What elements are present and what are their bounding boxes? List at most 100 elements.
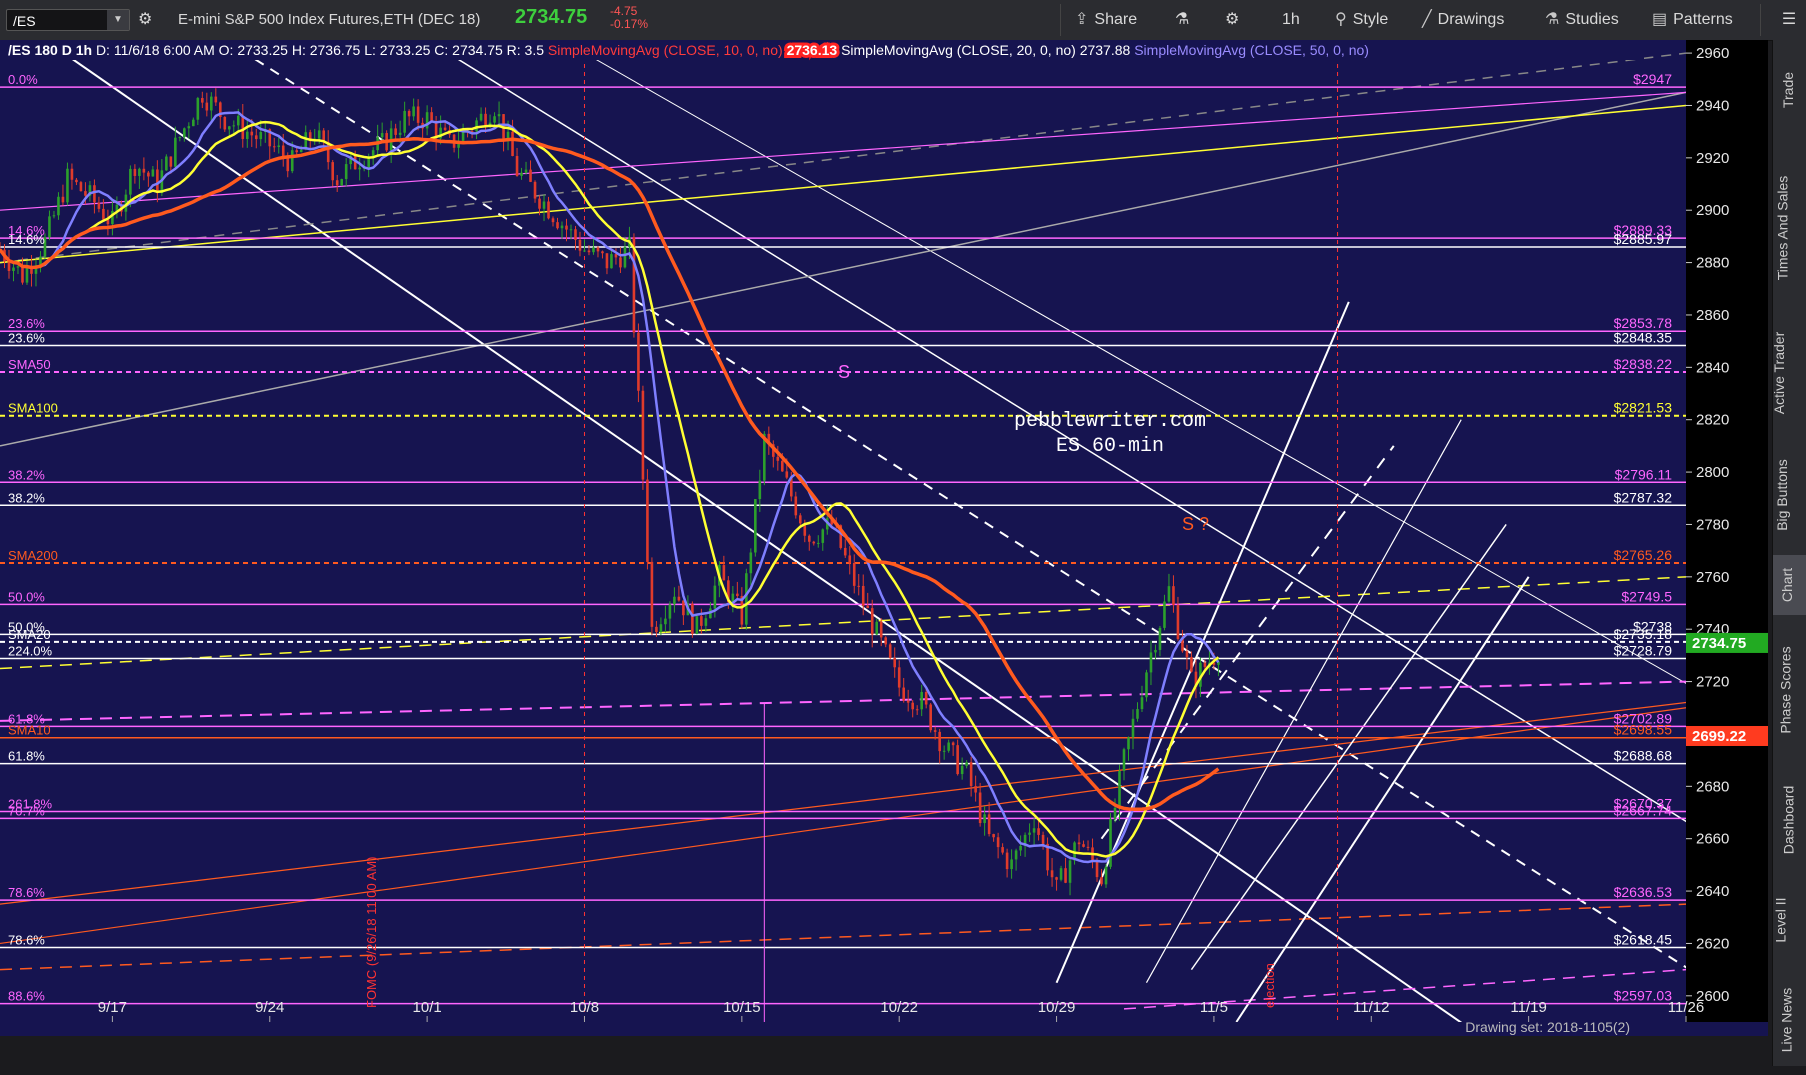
share-icon: ⇪	[1075, 11, 1089, 28]
candle-body	[57, 196, 60, 216]
level-right-label: $2728.79	[1614, 643, 1673, 659]
x-tick-label: 10/29	[1038, 999, 1076, 1016]
level-right-label: $2821.53	[1614, 400, 1673, 416]
candle-body	[416, 106, 420, 123]
candle-body	[97, 202, 101, 209]
gear-icon[interactable]: ⚙	[1225, 0, 1239, 40]
right-tab[interactable]: Live News	[1773, 965, 1806, 1075]
candle-body	[340, 179, 343, 186]
candle-body	[938, 731, 941, 752]
candle-body	[1163, 601, 1166, 628]
settings-icon[interactable]: ⚙	[138, 0, 152, 40]
y-tick-label: 2640	[1696, 883, 1729, 900]
candle-body	[1100, 877, 1103, 885]
candle-body	[236, 115, 240, 126]
right-tab[interactable]: Phase Scores	[1773, 625, 1806, 755]
candle-body	[277, 145, 281, 147]
candle-body	[295, 150, 299, 153]
x-tick-label: 11/12	[1353, 999, 1389, 1016]
right-tab[interactable]: Level II	[1773, 885, 1806, 955]
svg-text:/ES 180 D 1h D: 11/6/18 6:00 A: /ES 180 D 1h D: 11/6/18 6:00 AM O: 2733.…	[8, 42, 1369, 58]
candle-body	[272, 146, 276, 148]
candle-body	[641, 390, 645, 480]
candle-body	[1082, 844, 1085, 847]
candle-body	[848, 555, 852, 563]
candle-body	[394, 128, 397, 135]
candle-body	[1167, 586, 1171, 602]
studies-button[interactable]: ⚗ Studies	[1545, 0, 1619, 40]
candle-body	[403, 110, 406, 133]
level-right-label: $2698.55	[1614, 722, 1673, 738]
right-tab-label: Trade	[1780, 71, 1797, 109]
candle-body	[1068, 860, 1072, 883]
candle-body	[169, 156, 173, 167]
candle-body	[897, 667, 901, 688]
candle-body	[861, 585, 865, 606]
candle-body	[902, 687, 905, 701]
price-chart[interactable]: 0.0% $294714.6% $2889.3314.6% $2885.9723.6%…	[0, 40, 1768, 1036]
candle-body	[978, 792, 982, 824]
top-toolbar: /ES ▼ ⚙ E-mini S&P 500 Index Futures,ETH …	[0, 0, 1806, 41]
candle-body	[682, 600, 685, 616]
candle-body	[650, 561, 654, 627]
y-tick-label: 2860	[1696, 307, 1729, 324]
price-axis: 2600262026402660268027002720274027602780…	[1686, 40, 1768, 1022]
candle-body	[565, 225, 568, 230]
share-button[interactable]: ⇪ Share	[1075, 0, 1137, 40]
candle-body	[196, 98, 200, 120]
candle-body	[942, 750, 946, 752]
election-label: election	[1262, 963, 1277, 1008]
candle-body	[165, 156, 168, 171]
right-tab-label: Chart	[1779, 567, 1796, 603]
candle-body	[857, 585, 861, 587]
candle-body	[102, 208, 105, 220]
candle-body	[542, 201, 546, 209]
patterns-button[interactable]: ▤ Patterns	[1652, 0, 1733, 40]
right-tab[interactable]: Trade	[1773, 50, 1806, 130]
candle-body	[1041, 834, 1045, 844]
interval-button[interactable]: 1h	[1282, 0, 1300, 40]
right-tab[interactable]: Chart	[1773, 555, 1806, 615]
candle-body	[174, 137, 177, 167]
symbol-input[interactable]: /ES ▼	[6, 9, 130, 31]
candle-body	[183, 128, 186, 138]
y-tick-label: 2620	[1696, 935, 1729, 952]
candle-body	[299, 149, 303, 153]
level-right-label: $2618.45	[1614, 931, 1673, 947]
candle-body	[1176, 604, 1180, 639]
right-tab[interactable]: Dashboard	[1773, 765, 1806, 875]
candle-body	[754, 499, 757, 553]
candle-body	[281, 145, 285, 158]
candle-body	[821, 529, 825, 543]
level-left-label: 78.6%	[8, 885, 45, 900]
candle-body	[722, 565, 726, 581]
right-tab[interactable]: Active Trader	[1771, 310, 1806, 435]
candle-body	[614, 254, 618, 258]
right-tab[interactable]: Big Buttons	[1773, 445, 1806, 545]
candle-body	[758, 480, 762, 500]
flask-icon[interactable]: ⚗	[1175, 0, 1189, 40]
candle-body	[996, 837, 1000, 848]
price-box-label: 2699.22	[1692, 728, 1746, 745]
fomc-label: FOMC (9/26/18 11:00 AM)	[364, 857, 379, 1009]
menu-icon[interactable]: ☰	[1772, 0, 1806, 40]
right-tab-label: Big Buttons	[1773, 459, 1790, 531]
candle-body	[947, 742, 950, 751]
candle-body	[187, 126, 191, 129]
right-tab-label: Dashboard	[1780, 785, 1797, 855]
drawings-button[interactable]: ╱ Drawings	[1422, 0, 1504, 40]
chevron-down-icon[interactable]: ▼	[107, 10, 129, 30]
x-tick-label: 9/24	[255, 999, 284, 1016]
right-tab-label: Level II	[1772, 897, 1789, 943]
right-tab[interactable]: Times And Sales	[1773, 155, 1806, 300]
candle-body	[52, 215, 56, 217]
style-button[interactable]: ⚲ Style	[1335, 0, 1388, 40]
candle-body	[138, 168, 141, 176]
candle-body	[664, 618, 667, 625]
level-left-label: SMA50	[8, 357, 51, 372]
candle-body	[992, 834, 995, 838]
y-tick-label: 2660	[1696, 831, 1729, 848]
candle-body	[673, 596, 676, 605]
y-tick-label: 2900	[1696, 202, 1729, 219]
candle-body	[61, 196, 65, 203]
